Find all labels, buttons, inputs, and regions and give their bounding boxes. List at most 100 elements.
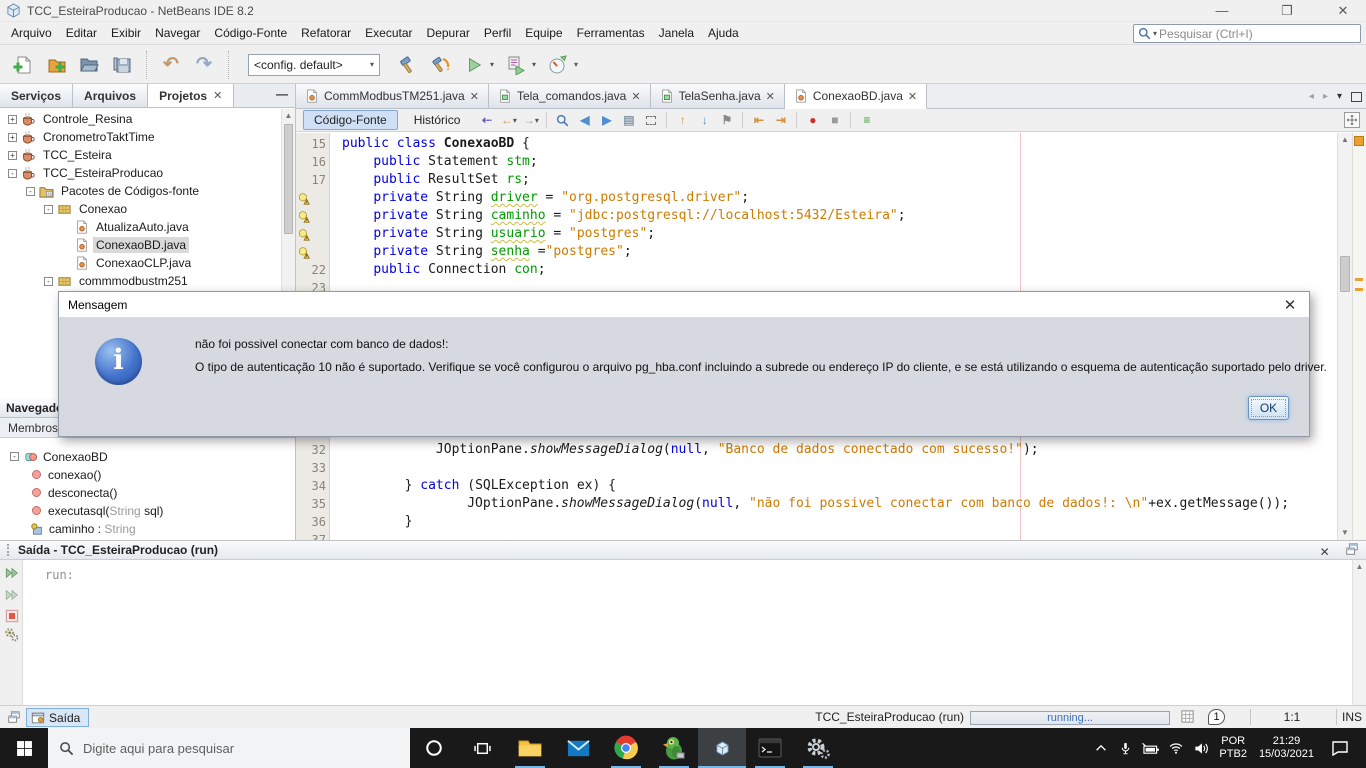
tree-item-label[interactable]: ConexaoCLP.java: [93, 255, 194, 271]
back-button[interactable]: ← ▾: [498, 111, 519, 130]
menu-ajuda[interactable]: Ajuda: [701, 23, 746, 43]
scroll-down-icon[interactable]: ▼: [1338, 526, 1352, 540]
collapse-icon[interactable]: -: [26, 186, 35, 196]
panel-tab-servicos[interactable]: Serviços: [0, 84, 74, 107]
member-item[interactable]: conexao(): [30, 466, 101, 483]
wifi-button[interactable]: [1163, 741, 1188, 755]
tree-item-label[interactable]: commmodbustm251: [76, 273, 191, 289]
view-button-codigo-fonte[interactable]: Código-Fonte: [303, 110, 398, 130]
back-dropdown-icon[interactable]: ▾: [513, 116, 517, 125]
member-item[interactable]: desconecta(): [30, 484, 117, 501]
warning-status-icon[interactable]: [1354, 136, 1364, 146]
tree-item-label[interactable]: Conexao: [76, 201, 130, 217]
tree-item-label[interactable]: TCC_Esteira: [40, 147, 115, 163]
debug-project-dropdown-icon[interactable]: ▾: [532, 60, 536, 69]
dialog-title-bar[interactable]: Mensagem ✕: [59, 292, 1309, 317]
gutter-warning[interactable]: [298, 243, 312, 261]
taskbar-app-terminal[interactable]: [746, 728, 794, 768]
taskbar-app-parrot-app[interactable]: [650, 728, 698, 768]
split-document-button[interactable]: [1344, 112, 1360, 128]
expand-icon[interactable]: +: [8, 114, 17, 124]
maximize-editor-icon[interactable]: [1351, 91, 1362, 102]
microphone-button[interactable]: [1113, 741, 1138, 756]
taskbar-app-mail[interactable]: [554, 728, 602, 768]
maximize-button[interactable]: ❐: [1272, 0, 1302, 22]
notifications-badge[interactable]: 1: [1208, 709, 1225, 725]
menu-depurar[interactable]: Depurar: [420, 23, 477, 43]
gutter-warning[interactable]: [298, 207, 312, 225]
document-tab-conexaobd-java[interactable]: ConexaoBD.java ✕: [784, 84, 928, 109]
stop-build-button[interactable]: [3, 607, 20, 624]
save-all-button[interactable]: [107, 50, 137, 80]
clean-build-project-button[interactable]: [426, 50, 456, 80]
menu-arquivo[interactable]: Arquivo: [4, 23, 59, 43]
rerun-button[interactable]: [3, 564, 20, 581]
tree-item-label[interactable]: Pacotes de Códigos-fonte: [58, 183, 202, 199]
menu-janela[interactable]: Janela: [652, 23, 701, 43]
gutter-warning[interactable]: [298, 225, 312, 243]
tree-item-commmodbustm251[interactable]: - commmodbustm251: [44, 272, 191, 290]
task-view-button[interactable]: [458, 728, 506, 768]
output-scrollbar[interactable]: ▲: [1352, 560, 1366, 705]
run-project-dropdown-icon[interactable]: ▾: [490, 60, 494, 69]
menu-codigo-fonte[interactable]: Código-Fonte: [207, 23, 294, 43]
clock[interactable]: 21:29 15/03/2021: [1253, 735, 1320, 761]
volume-button[interactable]: [1188, 741, 1213, 756]
redo-button[interactable]: ↷: [189, 50, 219, 80]
tree-item-tcc-esteiraproducao[interactable]: - TCC_EsteiraProducao: [8, 164, 166, 182]
member-item[interactable]: caminho : String: [30, 520, 136, 537]
show-hidden-icons-button[interactable]: [1088, 741, 1113, 755]
error-stripe[interactable]: [1352, 133, 1366, 540]
tree-item-label[interactable]: ConexaoBD.java: [93, 237, 190, 253]
float-window-icon[interactable]: [1345, 542, 1359, 556]
scroll-up-icon[interactable]: ▲: [1338, 133, 1352, 147]
collapse-icon[interactable]: -: [10, 452, 19, 461]
menu-equipe[interactable]: Equipe: [518, 23, 569, 43]
scrollbar-thumb[interactable]: [1340, 256, 1350, 292]
action-center-button[interactable]: [1320, 740, 1360, 756]
next-bookmark-button[interactable]: ↓: [694, 111, 715, 130]
new-project-button[interactable]: [41, 50, 71, 80]
taskbar-app-settings[interactable]: [794, 728, 842, 768]
close-tab-icon[interactable]: ✕: [766, 90, 775, 103]
scroll-tabs-right-icon[interactable]: ▸: [1323, 91, 1328, 102]
start-button[interactable]: [0, 728, 48, 768]
output-window-tab[interactable]: Saída: [26, 708, 90, 727]
close-output-icon[interactable]: ✕: [1320, 545, 1330, 559]
next-occurrence-button[interactable]: ▶: [596, 111, 617, 130]
comment-lines-button[interactable]: ≡: [856, 111, 877, 130]
float-window-icon[interactable]: [7, 710, 21, 724]
tree-item-label[interactable]: CronometroTaktTime: [40, 129, 158, 145]
language-indicator[interactable]: POR PTB2: [1213, 735, 1253, 761]
menu-editar[interactable]: Editar: [59, 23, 104, 43]
tree-item-label[interactable]: AtualizaAuto.java: [93, 219, 192, 235]
tree-item-conexaobd-java[interactable]: ConexaoBD.java: [62, 236, 190, 254]
last-edit-location-button[interactable]: ⇠: [476, 111, 497, 130]
config-combobox[interactable]: <config. default> ▾: [248, 53, 380, 76]
scroll-up-icon[interactable]: ▲: [282, 109, 295, 123]
menu-refatorar[interactable]: Refatorar: [294, 23, 358, 43]
combo-dropdown-icon[interactable]: ▾: [370, 60, 374, 69]
cortana-button[interactable]: [410, 728, 458, 768]
process-list-icon[interactable]: [1180, 709, 1195, 724]
stop-macro-recording-button[interactable]: ■: [824, 111, 845, 130]
tree-item-cronometrotakttime[interactable]: + CronometroTaktTime: [8, 128, 158, 146]
collapse-icon[interactable]: -: [44, 204, 53, 214]
close-tab-icon[interactable]: ✕: [908, 90, 917, 103]
drag-grip-icon[interactable]: [7, 544, 10, 556]
taskbar-search-input[interactable]: [83, 740, 399, 756]
panel-tab-projetos[interactable]: Projetos ✕: [148, 84, 235, 107]
start-macro-recording-button[interactable]: ●: [802, 111, 823, 130]
close-tab-icon[interactable]: ✕: [470, 90, 479, 103]
taskbar-app-file-explorer[interactable]: [506, 728, 554, 768]
document-tab-telasenha-java[interactable]: TelaSenha.java ✕: [650, 84, 785, 108]
previous-occurrence-button[interactable]: ◀: [574, 111, 595, 130]
view-button-historico[interactable]: Histórico: [403, 110, 472, 130]
toggle-bookmark-button[interactable]: ⚑: [716, 111, 737, 130]
toggle-highlight-button[interactable]: ▤: [618, 111, 639, 130]
ok-button[interactable]: OK: [1248, 396, 1289, 420]
build-project-button[interactable]: [393, 50, 423, 80]
progress-bar[interactable]: running...: [970, 711, 1170, 725]
tree-item-atualizaauto-java[interactable]: AtualizaAuto.java: [62, 218, 192, 236]
collapse-icon[interactable]: -: [44, 276, 53, 286]
